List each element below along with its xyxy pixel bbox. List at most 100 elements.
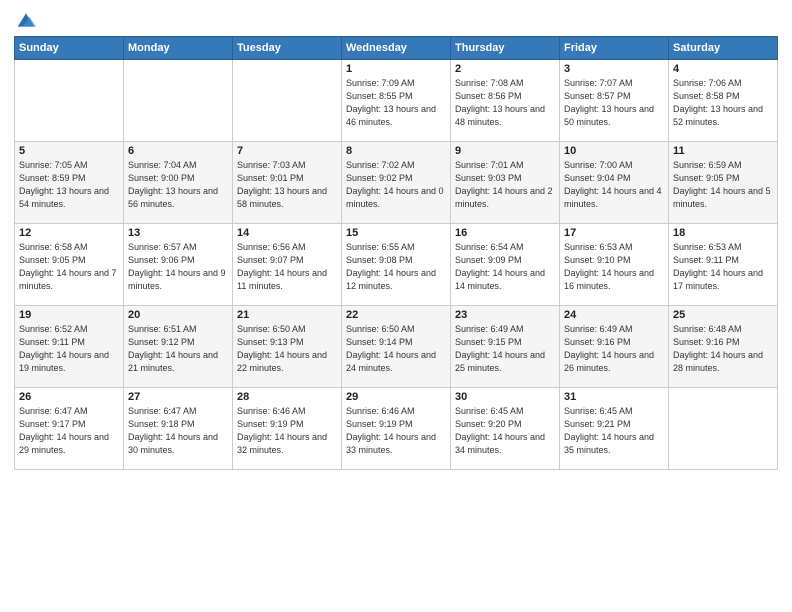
day-number: 18 <box>673 227 773 239</box>
week-row-1: 5 Sunrise: 7:05 AMSunset: 8:59 PMDaylight… <box>15 142 778 224</box>
day-info: Sunrise: 7:04 AMSunset: 9:00 PMDaylight:… <box>128 159 228 211</box>
day-info: Sunrise: 6:47 AMSunset: 9:17 PMDaylight:… <box>19 405 119 457</box>
logo-icon <box>16 10 36 30</box>
weekday-header-friday: Friday <box>560 37 669 60</box>
logo <box>14 10 36 30</box>
calendar-cell: 2Sunrise: 7:08 AMSunset: 8:56 PMDaylight… <box>451 60 560 142</box>
day-number: 30 <box>455 391 555 403</box>
calendar-cell: 18 Sunrise: 6:53 AMSunset: 9:11 PMDayligh… <box>669 224 778 306</box>
day-number: 22 <box>346 309 446 321</box>
calendar-cell: 12 Sunrise: 6:58 AMSunset: 9:05 PMDayligh… <box>15 224 124 306</box>
calendar-cell: 6 Sunrise: 7:04 AMSunset: 9:00 PMDaylight… <box>124 142 233 224</box>
day-number: 20 <box>128 309 228 321</box>
calendar-cell: 19 Sunrise: 6:52 AMSunset: 9:11 PMDayligh… <box>15 306 124 388</box>
day-info: Sunrise: 6:49 AMSunset: 9:15 PMDaylight:… <box>455 323 555 375</box>
day-number: 2 <box>455 63 555 75</box>
day-number: 27 <box>128 391 228 403</box>
header <box>14 10 778 30</box>
day-info: Sunrise: 7:00 AMSunset: 9:04 PMDaylight:… <box>564 159 664 211</box>
day-info: Sunrise: 6:51 AMSunset: 9:12 PMDaylight:… <box>128 323 228 375</box>
day-number: 11 <box>673 145 773 157</box>
day-number: 24 <box>564 309 664 321</box>
day-info: Sunrise: 7:05 AMSunset: 8:59 PMDaylight:… <box>19 159 119 211</box>
day-number: 14 <box>237 227 337 239</box>
day-number: 31 <box>564 391 664 403</box>
weekday-header-tuesday: Tuesday <box>233 37 342 60</box>
calendar-cell: 29 Sunrise: 6:46 AMSunset: 9:19 PMDayligh… <box>342 388 451 470</box>
day-number: 17 <box>564 227 664 239</box>
day-number: 23 <box>455 309 555 321</box>
day-info: Sunrise: 7:03 AMSunset: 9:01 PMDaylight:… <box>237 159 337 211</box>
day-info: Sunrise: 6:45 AMSunset: 9:21 PMDaylight:… <box>564 405 664 457</box>
day-number: 15 <box>346 227 446 239</box>
day-info: Sunrise: 6:53 AMSunset: 9:11 PMDaylight:… <box>673 241 773 293</box>
calendar-cell: 15 Sunrise: 6:55 AMSunset: 9:08 PMDayligh… <box>342 224 451 306</box>
week-row-3: 19 Sunrise: 6:52 AMSunset: 9:11 PMDayligh… <box>15 306 778 388</box>
logo-text <box>14 10 36 30</box>
page: SundayMondayTuesdayWednesdayThursdayFrid… <box>0 0 792 612</box>
day-info: Sunrise: 6:50 AMSunset: 9:14 PMDaylight:… <box>346 323 446 375</box>
day-info: Sunrise: 7:07 AMSunset: 8:57 PMDaylight:… <box>564 77 664 129</box>
calendar-cell: 21Sunrise: 6:50 AMSunset: 9:13 PMDayligh… <box>233 306 342 388</box>
calendar-cell: 4Sunrise: 7:06 AMSunset: 8:58 PMDaylight… <box>669 60 778 142</box>
calendar-table: SundayMondayTuesdayWednesdayThursdayFrid… <box>14 36 778 470</box>
calendar-cell <box>124 60 233 142</box>
calendar-cell: 30 Sunrise: 6:45 AMSunset: 9:20 PMDayligh… <box>451 388 560 470</box>
week-row-0: 1Sunrise: 7:09 AMSunset: 8:55 PMDaylight… <box>15 60 778 142</box>
day-number: 26 <box>19 391 119 403</box>
weekday-header-wednesday: Wednesday <box>342 37 451 60</box>
day-info: Sunrise: 7:01 AMSunset: 9:03 PMDaylight:… <box>455 159 555 211</box>
day-info: Sunrise: 6:46 AMSunset: 9:19 PMDaylight:… <box>237 405 337 457</box>
day-info: Sunrise: 6:47 AMSunset: 9:18 PMDaylight:… <box>128 405 228 457</box>
day-info: Sunrise: 6:53 AMSunset: 9:10 PMDaylight:… <box>564 241 664 293</box>
week-row-2: 12 Sunrise: 6:58 AMSunset: 9:05 PMDayligh… <box>15 224 778 306</box>
calendar-cell: 1Sunrise: 7:09 AMSunset: 8:55 PMDaylight… <box>342 60 451 142</box>
week-row-4: 26 Sunrise: 6:47 AMSunset: 9:17 PMDayligh… <box>15 388 778 470</box>
day-info: Sunrise: 6:58 AMSunset: 9:05 PMDaylight:… <box>19 241 119 293</box>
calendar-cell: 17 Sunrise: 6:53 AMSunset: 9:10 PMDayligh… <box>560 224 669 306</box>
calendar-cell: 27 Sunrise: 6:47 AMSunset: 9:18 PMDayligh… <box>124 388 233 470</box>
day-info: Sunrise: 6:54 AMSunset: 9:09 PMDaylight:… <box>455 241 555 293</box>
calendar-cell: 25 Sunrise: 6:48 AMSunset: 9:16 PMDayligh… <box>669 306 778 388</box>
day-number: 3 <box>564 63 664 75</box>
day-number: 13 <box>128 227 228 239</box>
day-number: 19 <box>19 309 119 321</box>
calendar-cell: 24 Sunrise: 6:49 AMSunset: 9:16 PMDayligh… <box>560 306 669 388</box>
day-number: 16 <box>455 227 555 239</box>
calendar-cell: 22 Sunrise: 6:50 AMSunset: 9:14 PMDayligh… <box>342 306 451 388</box>
day-number: 5 <box>19 145 119 157</box>
calendar-cell: 10Sunrise: 7:00 AMSunset: 9:04 PMDayligh… <box>560 142 669 224</box>
day-number: 12 <box>19 227 119 239</box>
day-number: 29 <box>346 391 446 403</box>
day-number: 25 <box>673 309 773 321</box>
calendar-cell: 14 Sunrise: 6:56 AMSunset: 9:07 PMDayligh… <box>233 224 342 306</box>
day-info: Sunrise: 6:55 AMSunset: 9:08 PMDaylight:… <box>346 241 446 293</box>
calendar-cell: 28 Sunrise: 6:46 AMSunset: 9:19 PMDayligh… <box>233 388 342 470</box>
calendar-cell: 5 Sunrise: 7:05 AMSunset: 8:59 PMDaylight… <box>15 142 124 224</box>
day-number: 28 <box>237 391 337 403</box>
day-info: Sunrise: 6:46 AMSunset: 9:19 PMDaylight:… <box>346 405 446 457</box>
day-info: Sunrise: 6:45 AMSunset: 9:20 PMDaylight:… <box>455 405 555 457</box>
calendar-cell: 11Sunrise: 6:59 AMSunset: 9:05 PMDayligh… <box>669 142 778 224</box>
day-info: Sunrise: 6:56 AMSunset: 9:07 PMDaylight:… <box>237 241 337 293</box>
day-number: 7 <box>237 145 337 157</box>
calendar-cell: 3 Sunrise: 7:07 AMSunset: 8:57 PMDaylight… <box>560 60 669 142</box>
header-row: SundayMondayTuesdayWednesdayThursdayFrid… <box>15 37 778 60</box>
calendar-cell: 23 Sunrise: 6:49 AMSunset: 9:15 PMDayligh… <box>451 306 560 388</box>
day-info: Sunrise: 7:02 AMSunset: 9:02 PMDaylight:… <box>346 159 446 211</box>
day-info: Sunrise: 6:48 AMSunset: 9:16 PMDaylight:… <box>673 323 773 375</box>
day-number: 8 <box>346 145 446 157</box>
weekday-header-saturday: Saturday <box>669 37 778 60</box>
day-info: Sunrise: 6:49 AMSunset: 9:16 PMDaylight:… <box>564 323 664 375</box>
day-number: 1 <box>346 63 446 75</box>
calendar-cell <box>669 388 778 470</box>
calendar-cell: 16 Sunrise: 6:54 AMSunset: 9:09 PMDayligh… <box>451 224 560 306</box>
calendar-cell: 7 Sunrise: 7:03 AMSunset: 9:01 PMDaylight… <box>233 142 342 224</box>
day-info: Sunrise: 6:50 AMSunset: 9:13 PMDaylight:… <box>237 323 337 375</box>
calendar-cell: 26 Sunrise: 6:47 AMSunset: 9:17 PMDayligh… <box>15 388 124 470</box>
calendar-cell <box>233 60 342 142</box>
calendar-cell: 8 Sunrise: 7:02 AMSunset: 9:02 PMDaylight… <box>342 142 451 224</box>
weekday-header-sunday: Sunday <box>15 37 124 60</box>
day-info: Sunrise: 6:52 AMSunset: 9:11 PMDaylight:… <box>19 323 119 375</box>
day-number: 6 <box>128 145 228 157</box>
